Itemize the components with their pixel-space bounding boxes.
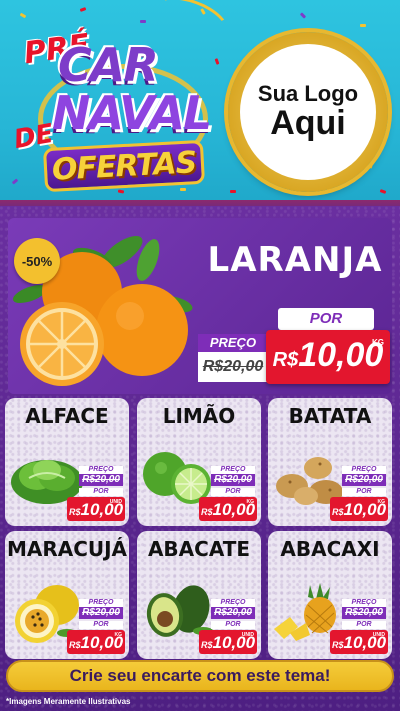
product-preco-label: PREÇO bbox=[211, 599, 255, 607]
featured-new-price: R$ 10,00 KG bbox=[266, 330, 390, 384]
header-banner: PRÉ CAR NAVAL DE OFERTAS Sua Logo Aqui bbox=[0, 0, 400, 210]
product-unit: KG bbox=[246, 499, 255, 505]
product-preco-label: PREÇO bbox=[211, 466, 255, 474]
product-unit: UNID bbox=[109, 499, 122, 505]
product-name: BATATA bbox=[288, 404, 372, 428]
confetti bbox=[19, 12, 27, 19]
title-ofertas: OFERTAS bbox=[51, 145, 197, 188]
featured-old-price: R$20,00 bbox=[202, 358, 264, 375]
product-card[interactable]: MARACUJÁ PREÇO R$20,00 POR R$ 10,00 KG bbox=[5, 531, 129, 659]
confetti bbox=[299, 12, 307, 19]
product-por-label: POR bbox=[79, 488, 123, 496]
product-old-price: R$20,00 bbox=[211, 474, 255, 486]
product-new-price: R$ 10,00 UNID bbox=[199, 630, 257, 654]
product-preco-label: PREÇO bbox=[342, 466, 386, 474]
product-name: ABACATE bbox=[147, 537, 251, 561]
confetti bbox=[140, 20, 146, 23]
product-old-price: R$20,00 bbox=[211, 607, 255, 619]
product-currency: R$ bbox=[200, 507, 213, 517]
product-card[interactable]: BATATA PREÇO R$20,00 POR R$ 10,00 KG bbox=[268, 398, 392, 526]
product-new-price: R$ 10,00 UNID bbox=[330, 630, 388, 654]
logo-inner: Sua Logo Aqui bbox=[240, 44, 376, 180]
product-name: ALFACE bbox=[25, 404, 109, 428]
product-currency: R$ bbox=[331, 507, 344, 517]
carnival-title-logo: PRÉ CAR NAVAL DE OFERTAS bbox=[6, 24, 216, 194]
product-old-price: R$20,00 bbox=[79, 607, 123, 619]
product-unit: KG bbox=[377, 499, 386, 505]
confetti bbox=[360, 24, 366, 27]
product-por-label: POR bbox=[342, 621, 386, 629]
product-currency: R$ bbox=[331, 640, 344, 650]
featured-old-price-box: R$20,00 bbox=[198, 352, 268, 382]
product-name: LIMÃO bbox=[162, 404, 236, 428]
product-currency: R$ bbox=[68, 640, 81, 650]
featured-por-label: POR bbox=[278, 308, 374, 330]
product-unit: KG bbox=[114, 632, 123, 638]
product-old-price: R$20,00 bbox=[342, 474, 386, 486]
product-new-price: R$ 10,00 UNID bbox=[67, 497, 125, 521]
disclaimer: *Imagens Meramente Ilustrativas bbox=[6, 697, 131, 706]
featured-price-value: 10,00 bbox=[298, 336, 384, 374]
product-card[interactable]: ABACATE PREÇO R$20,00 POR R$ 10,00 UNID bbox=[137, 531, 261, 659]
featured-currency: R$ bbox=[272, 349, 299, 371]
product-name: MARACUJÁ bbox=[6, 537, 128, 561]
product-new-price: R$ 10,00 KG bbox=[330, 497, 388, 521]
product-card[interactable]: ABACAXI PREÇO R$20,00 POR R$ 10,00 UNID bbox=[268, 531, 392, 659]
product-currency: R$ bbox=[200, 640, 213, 650]
title-ofertas-box: OFERTAS bbox=[42, 139, 206, 193]
confetti bbox=[79, 7, 87, 12]
confetti bbox=[230, 190, 236, 193]
product-por-label: POR bbox=[342, 488, 386, 496]
logo-line1: Sua Logo bbox=[257, 81, 359, 107]
logo-placeholder[interactable]: Sua Logo Aqui bbox=[228, 32, 388, 192]
product-old-price: R$20,00 bbox=[79, 474, 123, 486]
featured-unit: KG bbox=[372, 338, 384, 347]
discount-badge: -50% bbox=[14, 238, 60, 284]
logo-line2: Aqui bbox=[270, 104, 346, 143]
product-por-label: POR bbox=[211, 621, 255, 629]
product-card[interactable]: ALFACE PREÇO R$20,00 POR R$ 10,00 UNID bbox=[5, 398, 129, 526]
product-unit: UNID bbox=[241, 632, 254, 638]
product-por-label: POR bbox=[79, 621, 123, 629]
product-preco-label: PREÇO bbox=[79, 466, 123, 474]
product-new-price: R$ 10,00 KG bbox=[199, 497, 257, 521]
featured-product-name: LARANJA bbox=[207, 240, 383, 280]
product-unit: UNID bbox=[372, 632, 385, 638]
product-name: ABACAXI bbox=[280, 537, 380, 561]
product-card[interactable]: LIMÃO PREÇO R$20,00 POR R$ 10,00 KG bbox=[137, 398, 261, 526]
title-car: CAR bbox=[58, 38, 159, 92]
product-old-price: R$20,00 bbox=[342, 607, 386, 619]
product-por-label: POR bbox=[211, 488, 255, 496]
product-new-price: R$ 10,00 KG bbox=[67, 630, 125, 654]
product-preco-label: PREÇO bbox=[342, 599, 386, 607]
product-preco-label: PREÇO bbox=[79, 599, 123, 607]
cta-banner[interactable]: Crie seu encarte com este tema! bbox=[6, 660, 394, 692]
product-currency: R$ bbox=[68, 507, 81, 517]
featured-preco-label: PREÇO bbox=[198, 334, 268, 352]
title-naval: NAVAL bbox=[52, 86, 212, 140]
